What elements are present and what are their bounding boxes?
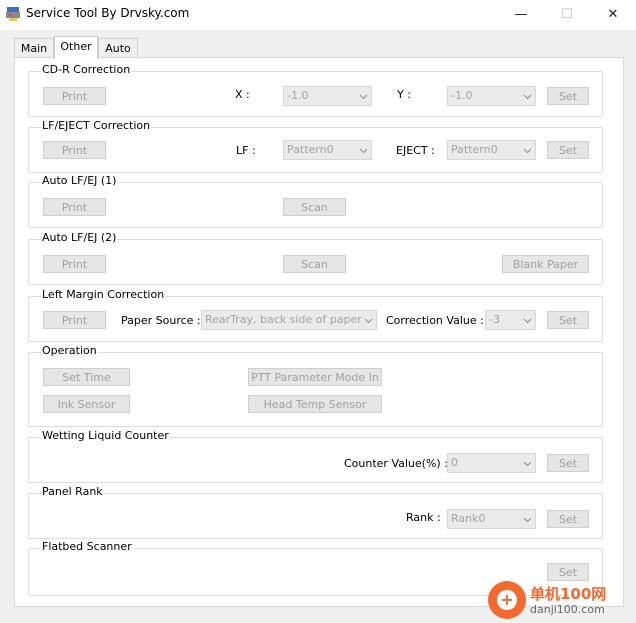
group-auto-lf-ej-1: Auto LF/EJ (1) Print Scan (28, 174, 603, 228)
chevron-down-icon (524, 517, 531, 523)
tab-panel-other: CD-R Correction Print X : -1.0 Y : -1.0 … (14, 57, 624, 607)
group-title: Operation (41, 344, 98, 357)
group-title: Auto LF/EJ (2) (41, 231, 118, 244)
chevron-down-icon (365, 318, 372, 324)
group-left-margin-correction: Left Margin Correction Print Paper Sourc… (28, 288, 603, 342)
y-select[interactable]: -1.0 (447, 86, 536, 106)
cdr-set-button[interactable]: Set (547, 87, 589, 105)
counter-value-label: Counter Value(%) : (344, 457, 448, 470)
correction-value-label: Correction Value : (386, 314, 484, 327)
title-bar: Service Tool By Drvsky.com — ☐ ✕ (0, 0, 636, 30)
rank-select-value: Rank0 (451, 512, 486, 525)
eject-label: EJECT : (396, 144, 435, 157)
x-select[interactable]: -1.0 (283, 86, 372, 106)
rank-set-button[interactable]: Set (547, 510, 589, 528)
blank-paper-button[interactable]: Blank Paper (502, 255, 589, 273)
leftmargin-set-button[interactable]: Set (547, 311, 589, 329)
cdr-print-button[interactable]: Print (43, 87, 106, 105)
watermark-url: danji100.com (530, 603, 605, 616)
watermark-plus-icon: + (497, 590, 517, 610)
head-temp-sensor-button[interactable]: Head Temp Sensor (248, 395, 382, 413)
set-time-button[interactable]: Set Time (43, 368, 130, 386)
x-label: X : (235, 88, 250, 101)
chevron-down-icon (524, 318, 531, 324)
group-title: LF/EJECT Correction (41, 119, 152, 132)
rank-select[interactable]: Rank0 (447, 509, 536, 529)
chevron-down-icon (524, 461, 531, 467)
eject-select-value: Pattern0 (451, 143, 498, 156)
lf-label: LF : (236, 144, 256, 157)
minimize-button[interactable]: — (498, 0, 544, 30)
paper-source-value: RearTray, back side of paper (205, 313, 362, 326)
rank-label: Rank : (406, 511, 441, 524)
counter-value-value: 0 (451, 456, 458, 469)
eject-select[interactable]: Pattern0 (447, 140, 536, 160)
chevron-down-icon (524, 148, 531, 154)
watermark-text: 单机100网 (530, 585, 607, 603)
window-title: Service Tool By Drvsky.com (26, 6, 190, 20)
tab-main[interactable]: Main (14, 38, 54, 58)
group-title: Auto LF/EJ (1) (41, 174, 118, 187)
lf-select-value: Pattern0 (287, 143, 334, 156)
tab-auto[interactable]: Auto (98, 38, 138, 58)
lf-select[interactable]: Pattern0 (283, 140, 372, 160)
wetting-set-button[interactable]: Set (547, 454, 589, 472)
paper-source-select[interactable]: RearTray, back side of paper (201, 310, 377, 330)
autolf2-print-button[interactable]: Print (43, 255, 106, 273)
group-title: Panel Rank (41, 485, 104, 498)
counter-value-select[interactable]: 0 (447, 453, 536, 473)
group-title: Left Margin Correction (41, 288, 166, 301)
y-label: Y : (397, 88, 411, 101)
correction-value-select[interactable]: -3 (485, 310, 536, 330)
group-cdr-correction: CD-R Correction Print X : -1.0 Y : -1.0 … (28, 63, 603, 117)
group-panel-rank: Panel Rank Rank : Rank0 Set (28, 485, 603, 539)
maximize-button[interactable]: ☐ (544, 0, 590, 30)
x-select-value: -1.0 (287, 89, 309, 102)
chevron-down-icon (524, 94, 531, 100)
tab-other[interactable]: Other (54, 36, 98, 59)
group-title: Flatbed Scanner (41, 540, 133, 553)
app-icon (6, 7, 20, 21)
autolf2-scan-button[interactable]: Scan (283, 255, 346, 273)
group-title: CD-R Correction (41, 63, 132, 76)
paper-source-label: Paper Source : (121, 314, 201, 327)
leftmargin-print-button[interactable]: Print (43, 311, 106, 329)
chevron-down-icon (360, 94, 367, 100)
group-operation: Operation Set Time PTT Parameter Mode In… (28, 344, 603, 427)
y-select-value: -1.0 (451, 89, 473, 102)
group-lf-eject-correction: LF/EJECT Correction Print LF : Pattern0 … (28, 119, 603, 173)
flatbed-set-button[interactable]: Set (547, 563, 589, 581)
autolf1-print-button[interactable]: Print (43, 198, 106, 216)
correction-value-value: -3 (489, 313, 500, 326)
group-wetting-liquid-counter: Wetting Liquid Counter Counter Value(%) … (28, 429, 603, 483)
lfeject-set-button[interactable]: Set (547, 141, 589, 159)
ink-sensor-button[interactable]: Ink Sensor (43, 395, 130, 413)
lfeject-print-button[interactable]: Print (43, 141, 106, 159)
group-auto-lf-ej-2: Auto LF/EJ (2) Print Scan Blank Paper (28, 231, 603, 285)
chevron-down-icon (360, 148, 367, 154)
ptt-parameter-mode-button[interactable]: PTT Parameter Mode In (248, 368, 382, 386)
close-button[interactable]: ✕ (590, 0, 636, 30)
autolf1-scan-button[interactable]: Scan (283, 198, 346, 216)
group-title: Wetting Liquid Counter (41, 429, 170, 442)
